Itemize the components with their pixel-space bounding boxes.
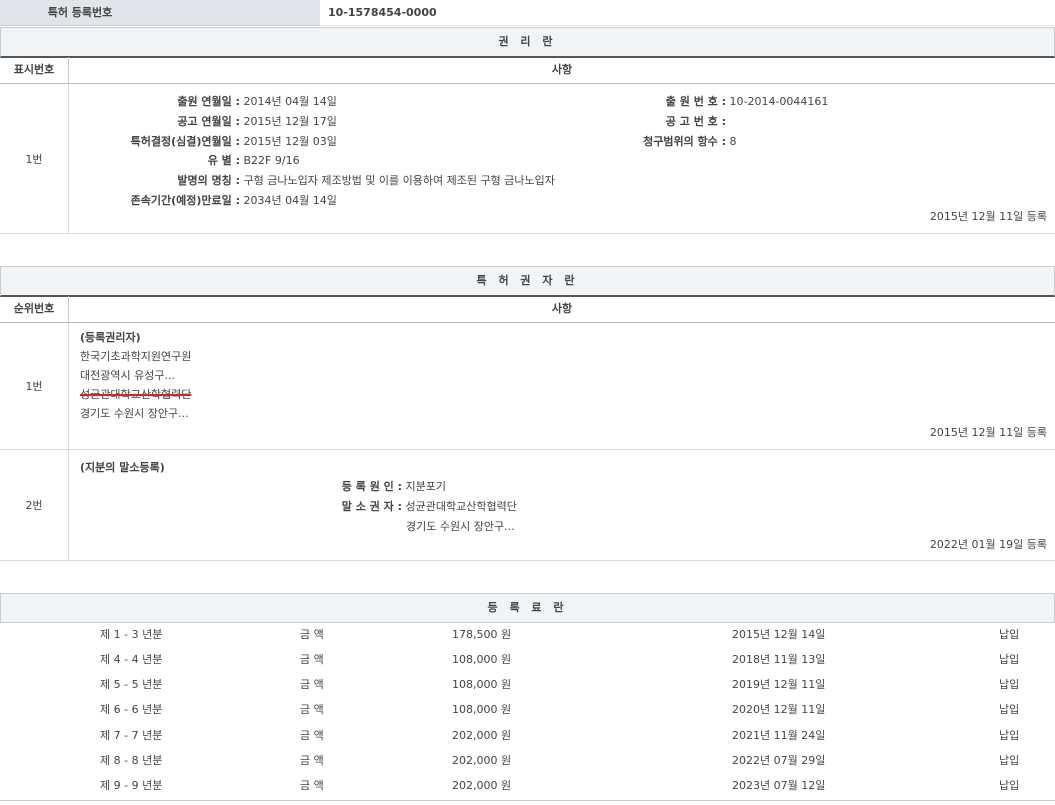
fee-period: 제 8 - 8 년분 bbox=[100, 748, 162, 773]
fee-amount-label: 금 액 bbox=[300, 773, 324, 798]
fee-status: 납입 bbox=[999, 748, 1019, 773]
holder-name-struck: 성균관대학교산학협력단 bbox=[80, 385, 191, 404]
holder-row-2: 2번 (지분의 말소등록) 등 록 원 인 : 지분포기 말 소 권 자 : 성… bbox=[0, 450, 1055, 561]
fee-row: 제 1 - 3 년분 금 액 178,500 원 2015년 12월 14일 납… bbox=[0, 622, 1055, 647]
fee-amount: 202,000 원 bbox=[452, 723, 511, 748]
fee-amount-label: 금 액 bbox=[300, 697, 324, 722]
claim-count: 청구범위의 항수 : 8 bbox=[560, 133, 737, 149]
fee-paid-date: 2023년 07월 12일 bbox=[732, 773, 825, 798]
col-item: 사항 bbox=[69, 57, 1055, 83]
fee-amount: 108,000 원 bbox=[452, 672, 511, 697]
application-number: 출 원 번 호 : 10-2014-0044161 bbox=[560, 93, 828, 109]
col-item: 사항 bbox=[69, 296, 1055, 322]
row-number: 1번 bbox=[0, 323, 69, 449]
fee-paid-date: 2021년 11월 24일 bbox=[732, 723, 825, 748]
fee-row: 제 6 - 6 년분 금 액 108,000 원 2020년 12월 11일 납… bbox=[0, 697, 1055, 722]
classification: 유 별 : B22F 9/16 bbox=[70, 152, 300, 168]
holders-column-header: 순위번호 사항 bbox=[0, 296, 1055, 323]
publication-date: 공고 연월일 : 2015년 12월 17일 bbox=[70, 113, 337, 129]
publication-number: 공 고 번 호 : bbox=[560, 113, 726, 129]
col-display-number: 표시번호 bbox=[0, 57, 69, 83]
fees-section-title: 등 록 료 란 bbox=[0, 593, 1055, 623]
registration-cause: 등 록 원 인 : 지분포기 bbox=[240, 478, 446, 494]
fee-amount-label: 금 액 bbox=[300, 622, 324, 647]
fee-period: 제 9 - 9 년분 bbox=[100, 773, 162, 798]
cancellation-heading: (지분의 말소등록) bbox=[80, 458, 165, 477]
fee-amount: 202,000 원 bbox=[452, 748, 511, 773]
fee-amount: 178,500 원 bbox=[452, 622, 511, 647]
fees-table: 제 1 - 3 년분 금 액 178,500 원 2015년 12월 14일 납… bbox=[0, 622, 1055, 801]
fee-amount-label: 금 액 bbox=[300, 647, 324, 672]
registered-holders: (등록권리자) 한국기초과학지원연구원 대전광역시 유성구... 성균관대학교산… bbox=[80, 328, 191, 423]
fee-row: 제 9 - 9 년분 금 액 202,000 원 2023년 07월 12일 납… bbox=[0, 773, 1055, 798]
fee-amount: 202,000 원 bbox=[452, 773, 511, 798]
registration-number-bar: 특허 등록번호 10-1578454-0000 bbox=[0, 0, 1055, 26]
cancelled-holder-address: 경기도 수원시 장안구... bbox=[406, 518, 515, 534]
fee-amount: 108,000 원 bbox=[452, 697, 511, 722]
fee-row: 제 7 - 7 년분 금 액 202,000 원 2021년 11월 24일 납… bbox=[0, 723, 1055, 748]
rights-row: 1번 출원 연월일 : 2014년 04월 14일 공고 연월일 : 2015년… bbox=[0, 84, 1055, 234]
invention-title: 발명의 명칭 : 구형 금나노입자 제조방법 및 이를 이용하여 제조된 구형 … bbox=[70, 172, 555, 188]
row-number: 2번 bbox=[0, 450, 69, 560]
fee-status: 납입 bbox=[999, 697, 1019, 722]
registration-number-label: 특허 등록번호 bbox=[0, 0, 320, 26]
fee-amount-label: 금 액 bbox=[300, 748, 324, 773]
row-number: 1번 bbox=[0, 84, 69, 233]
fee-status: 납입 bbox=[999, 672, 1019, 697]
fee-period: 제 6 - 6 년분 bbox=[100, 697, 162, 722]
fee-period: 제 1 - 3 년분 bbox=[100, 622, 162, 647]
fee-amount-label: 금 액 bbox=[300, 723, 324, 748]
fee-row: 제 8 - 8 년분 금 액 202,000 원 2022년 07월 29일 납… bbox=[0, 748, 1055, 773]
holder-address: 대전광역시 유성구... bbox=[80, 366, 191, 385]
holder-address: 경기도 수원시 장안구... bbox=[80, 404, 191, 423]
col-rank-number: 순위번호 bbox=[0, 296, 69, 322]
registration-date: 2015년 12월 11일 등록 bbox=[930, 424, 1047, 440]
fee-amount: 108,000 원 bbox=[452, 647, 511, 672]
fee-status: 납입 bbox=[999, 773, 1019, 798]
holders-section-title: 특 허 권 자 란 bbox=[0, 266, 1055, 297]
fee-amount-label: 금 액 bbox=[300, 672, 324, 697]
registration-number-value: 10-1578454-0000 bbox=[320, 0, 1055, 26]
fee-paid-date: 2018년 11월 13일 bbox=[732, 647, 825, 672]
registration-date: 2022년 01월 19일 등록 bbox=[930, 536, 1047, 552]
rights-column-header: 표시번호 사항 bbox=[0, 57, 1055, 84]
holder-heading: (등록권리자) bbox=[80, 328, 191, 347]
fee-row: 제 4 - 4 년분 금 액 108,000 원 2018년 11월 13일 납… bbox=[0, 647, 1055, 672]
fee-paid-date: 2020년 12월 11일 bbox=[732, 697, 825, 722]
fee-paid-date: 2019년 12월 11일 bbox=[732, 672, 825, 697]
fee-period: 제 5 - 5 년분 bbox=[100, 672, 162, 697]
fee-status: 납입 bbox=[999, 622, 1019, 647]
registration-date: 2015년 12월 11일 등록 bbox=[930, 208, 1047, 224]
fee-period: 제 4 - 4 년분 bbox=[100, 647, 162, 672]
fee-row: 제 5 - 5 년분 금 액 108,000 원 2019년 12월 11일 납… bbox=[0, 672, 1055, 697]
fee-period: 제 7 - 7 년분 bbox=[100, 723, 162, 748]
fee-paid-date: 2022년 07월 29일 bbox=[732, 748, 825, 773]
fee-paid-date: 2015년 12월 14일 bbox=[732, 622, 825, 647]
decision-date: 특허결정(심결)연월일 : 2015년 12월 03일 bbox=[70, 133, 337, 149]
rights-section-title: 권 리 란 bbox=[0, 27, 1055, 58]
fee-status: 납입 bbox=[999, 723, 1019, 748]
fee-status: 납입 bbox=[999, 647, 1019, 672]
holder-name: 한국기초과학지원연구원 bbox=[80, 347, 191, 366]
cancelled-holder: 말 소 권 자 : 성균관대학교산학협력단 bbox=[240, 498, 517, 514]
expiry-date: 존속기간(예정)만료일 : 2034년 04월 14일 bbox=[70, 192, 337, 208]
filing-date: 출원 연월일 : 2014년 04월 14일 bbox=[70, 93, 337, 109]
holder-row-1: 1번 (등록권리자) 한국기초과학지원연구원 대전광역시 유성구... 성균관대… bbox=[0, 323, 1055, 450]
